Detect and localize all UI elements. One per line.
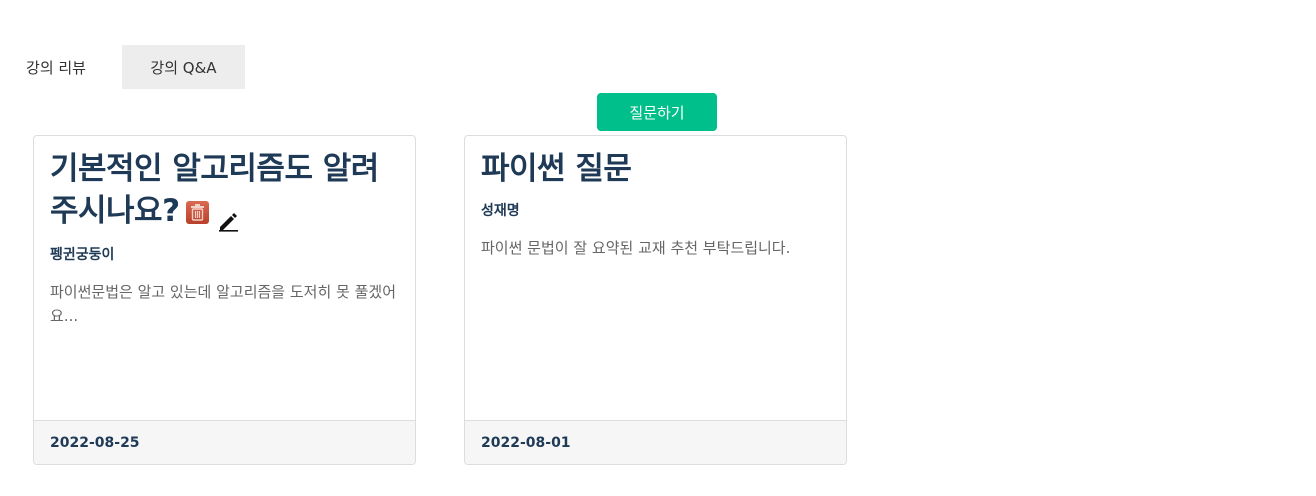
pencil-icon[interactable] (217, 201, 239, 232)
trash-icon[interactable] (185, 201, 209, 224)
question-content: 파이썬 문법이 잘 요약된 교재 추천 부탁드립니다. (481, 239, 791, 257)
question-card-footer: 2022-08-01 (465, 420, 846, 464)
tab-course-review-label: 강의 리뷰 (26, 58, 86, 77)
question-actions (185, 201, 239, 232)
question-date: 2022-08-01 (481, 434, 571, 451)
question-card-footer: 2022-08-25 (34, 420, 415, 464)
question-card-body: 기본적인 알고리즘도 알려주시나요? 펭귄궁둥이 파이썬문법은 알고 있는데 알… (34, 136, 415, 421)
question-card[interactable]: 파이썬 질문 성재명 파이썬 문법이 잘 요약된 교재 추천 부탁드립니다. 2… (464, 135, 847, 465)
question-card-body: 파이썬 질문 성재명 파이썬 문법이 잘 요약된 교재 추천 부탁드립니다. (465, 136, 846, 421)
question-title: 파이썬 질문 (481, 148, 830, 190)
question-author: 펭귄궁둥이 (50, 247, 115, 263)
course-tabs: 강의 리뷰 강의 Q&A (0, 45, 245, 89)
tab-course-qna[interactable]: 강의 Q&A (122, 45, 245, 89)
question-title: 기본적인 알고리즘도 알려주시나요? (50, 148, 399, 232)
question-date: 2022-08-25 (50, 434, 140, 451)
tab-course-review[interactable]: 강의 리뷰 (0, 45, 122, 89)
tab-course-qna-label: 강의 Q&A (150, 58, 217, 77)
question-card[interactable]: 기본적인 알고리즘도 알려주시나요? 펭귄궁둥이 파이썬문법은 알고 있는데 알… (33, 135, 416, 465)
question-content: 파이썬문법은 알고 있는데 알고리즘을 도저히 못 풀겠어요... (50, 283, 397, 325)
question-title-text: 파이썬 질문 (481, 151, 632, 187)
ask-question-button[interactable]: 질문하기 (597, 93, 717, 131)
question-author: 성재명 (481, 203, 520, 219)
